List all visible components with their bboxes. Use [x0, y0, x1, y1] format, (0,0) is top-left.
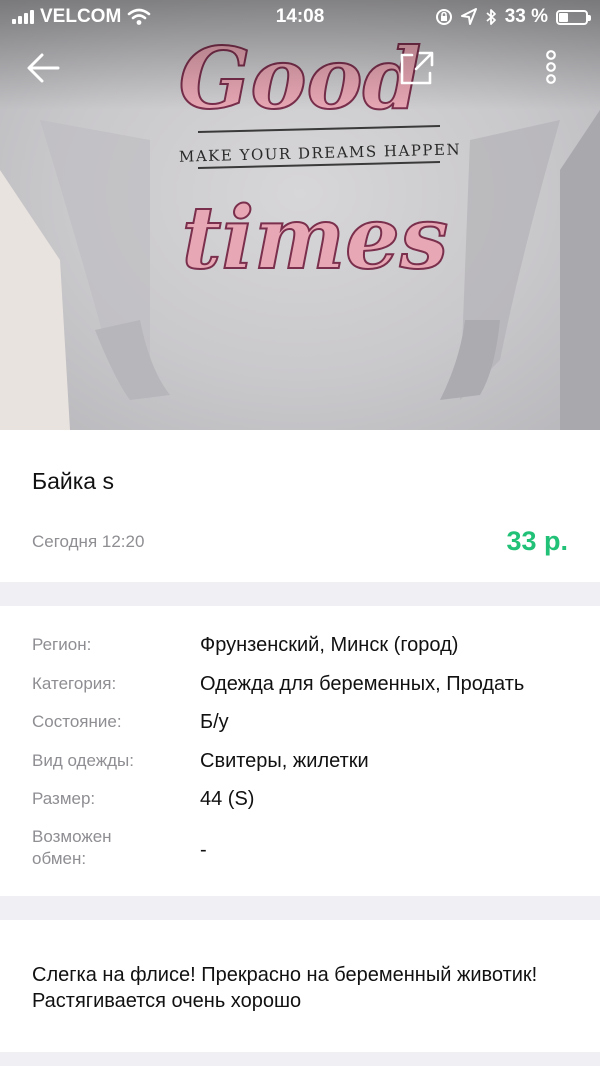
more-options-button[interactable]: [536, 46, 566, 90]
listing-date: Сегодня 12:20: [32, 532, 145, 551]
listing-title: Байка s: [32, 468, 114, 494]
back-button[interactable]: [22, 46, 66, 90]
bluetooth-icon: [486, 9, 496, 25]
battery-icon: [556, 9, 591, 25]
share-button[interactable]: [394, 46, 438, 90]
detail-label: Категория:: [32, 674, 117, 693]
detail-value: 44 (S): [200, 788, 255, 810]
arrow-left-icon: [27, 53, 60, 83]
detail-label: Вид одежды:: [32, 751, 134, 770]
orientation-lock-icon: [435, 9, 452, 25]
detail-value: Фрунзенский, Минск (город): [200, 634, 459, 656]
detail-value: Одежда для беременных, Продать: [200, 673, 525, 695]
print-bottom: times: [181, 187, 450, 290]
detail-value: -: [200, 839, 207, 861]
detail-label: Состояние:: [32, 712, 122, 731]
detail-value: Б/у: [200, 711, 229, 733]
share-icon: [400, 51, 434, 85]
battery-percent: 33 %: [504, 6, 548, 27]
more-vertical-icon: [546, 50, 556, 84]
svg-text:times: times: [182, 188, 449, 289]
listing-description: Слегка на флисе! Прекрасно на беременный…: [32, 964, 538, 1012]
status-bar: VELCOM 14:08 33 %: [0, 0, 600, 34]
detail-value: Свитеры, жилетки: [200, 750, 369, 772]
location-icon: [460, 8, 477, 25]
listing-photo[interactable]: Good MAKE YOUR DREAMS HAPPEN times: [0, 0, 600, 430]
detail-label: Регион:: [32, 635, 92, 654]
listing-price: 33 р.: [506, 526, 568, 556]
sweater-image: Good MAKE YOUR DREAMS HAPPEN times: [0, 0, 600, 430]
listing-header-card: [0, 430, 600, 582]
detail-label: Размер:: [32, 789, 96, 808]
detail-label: Возможен обмен:: [32, 827, 112, 868]
